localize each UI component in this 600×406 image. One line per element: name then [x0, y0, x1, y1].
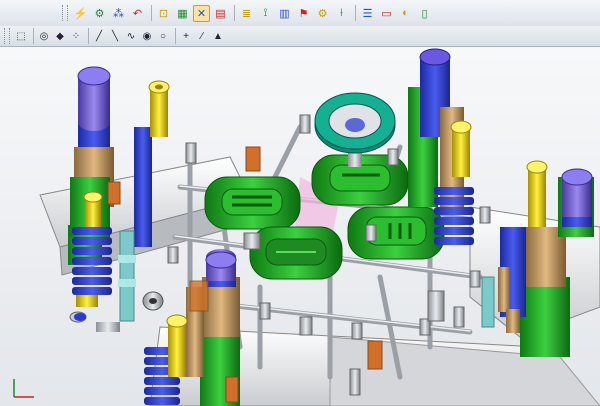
layers-button[interactable]: ≣ [238, 5, 255, 22]
undo-button[interactable]: ↶ [129, 5, 146, 22]
bolt-button[interactable]: ⚡ [72, 5, 89, 22]
gear-button[interactable]: ⚙ [91, 5, 108, 22]
dots-tool-button[interactable]: ⁘ [69, 29, 83, 43]
settings-button[interactable]: ⚙ [314, 5, 331, 22]
grid-button[interactable]: ▦ [174, 5, 191, 22]
toolbar-separator [33, 28, 34, 44]
window-icon: ▭ [381, 7, 392, 20]
pattern-icon: ⁂ [113, 7, 124, 20]
cursor-tool-button[interactable]: ▲ [211, 29, 225, 43]
toolbar-separator [355, 5, 356, 21]
toolbar-separator [151, 5, 152, 21]
coordinate-triad [13, 379, 34, 398]
window-button[interactable]: ▭ [378, 5, 395, 22]
pillar-left-back [68, 66, 114, 265]
flag-icon: ⚑ [298, 7, 309, 20]
pin-button[interactable]: ⟟ [257, 5, 274, 22]
flag-button[interactable]: ⚑ [295, 5, 312, 22]
plus-icon: + [183, 30, 189, 42]
curve-tool-button[interactable]: ∿ [124, 29, 138, 43]
eye-tool-button[interactable]: ◎ [37, 29, 51, 43]
spring-left [72, 227, 112, 295]
bars-icon: ▥ [279, 7, 290, 20]
undo-icon: ↶ [132, 7, 143, 20]
palette-icon: ◐ [402, 7, 409, 19]
ruler-icon: ⟊ [340, 6, 343, 19]
document-button[interactable]: ▯ [416, 5, 433, 22]
select-tool-button[interactable]: ⬚ [14, 29, 28, 43]
sketch-button[interactable]: ⊡ [155, 5, 172, 22]
gear-icon: ⚙ [94, 7, 105, 20]
cavity-insert-1 [204, 176, 301, 230]
target-icon: ◉ [142, 30, 152, 42]
mold-assembly-render [13, 48, 600, 406]
dots-icon: ⁘ [71, 30, 81, 42]
settings-icon: ⚙ [317, 7, 328, 20]
target-tool-button[interactable]: ◉ [140, 29, 154, 43]
tools-button[interactable]: ✕ [193, 4, 210, 22]
bolt-icon: ⚡ [73, 7, 88, 20]
pattern-button[interactable]: ⁂ [110, 5, 127, 22]
toolbar-separator [175, 28, 176, 44]
main-toolbar: ⚡ ⚙ ⁂ ↶ ⊡ ▦ ✕ ▤ ≣ ⟟ ▥ ⚑ ⚙ ⟊ ☰ ▭ ◐ ▯ [0, 0, 600, 27]
list-icon: ☰ [362, 7, 373, 20]
slash-icon: ∕ [201, 30, 203, 42]
eye-icon: ◎ [39, 30, 49, 42]
line-tool-button[interactable]: ╱ [92, 29, 106, 43]
line2-icon: ╲ [111, 30, 119, 42]
plus-tool-button[interactable]: + [179, 29, 193, 43]
cursor-icon: ▲ [213, 30, 223, 42]
toolbar-separator [88, 28, 89, 44]
document-icon: ▯ [421, 7, 428, 20]
table-icon: ▤ [215, 7, 226, 20]
cube-icon: ◆ [56, 30, 64, 42]
table-button[interactable]: ▤ [212, 5, 229, 22]
cad-application-window: ⚡ ⚙ ⁂ ↶ ⊡ ▦ ✕ ▤ ≣ ⟟ ▥ ⚑ ⚙ ⟊ ☰ ▭ ◐ ▯ ⬚ ◎ ◆ ⁘ ╱ ╲ ∿ ◉ ○ + ∕ ▲ [0, 0, 600, 406]
toolbar-separator [234, 5, 235, 21]
tools-icon: ✕ [196, 7, 207, 20]
slash-tool-button[interactable]: ∕ [195, 29, 209, 43]
guide-bushing-left [134, 127, 152, 247]
3d-model-viewport[interactable] [0, 47, 600, 406]
cavity-insert-4 [347, 206, 445, 260]
palette-button[interactable]: ◐ [397, 5, 414, 22]
cavity-insert-3 [249, 226, 343, 280]
cube-tool-button[interactable]: ◆ [53, 29, 67, 43]
sketch-icon: ⊡ [158, 7, 169, 20]
ruler-button[interactable]: ⟊ [333, 5, 350, 22]
layers-icon: ≣ [241, 7, 252, 20]
curve-icon: ∿ [126, 30, 136, 42]
select-icon: ⬚ [16, 30, 26, 42]
grid-icon: ▦ [177, 7, 188, 20]
bars-button[interactable]: ▥ [276, 5, 293, 22]
line2-tool-button[interactable]: ╲ [108, 29, 122, 43]
toolbar-grip-2[interactable] [4, 28, 10, 44]
line-icon: ╱ [95, 30, 103, 42]
pin-icon: ⟟ [263, 6, 268, 19]
sketch-toolbar: ⬚ ◎ ◆ ⁘ ╱ ╲ ∿ ◉ ○ + ∕ ▲ [0, 26, 600, 47]
circle-tool-button[interactable]: ○ [156, 29, 170, 43]
toolbar-grip[interactable] [62, 5, 68, 21]
list-button[interactable]: ☰ [359, 5, 376, 22]
circle-icon: ○ [159, 30, 167, 42]
